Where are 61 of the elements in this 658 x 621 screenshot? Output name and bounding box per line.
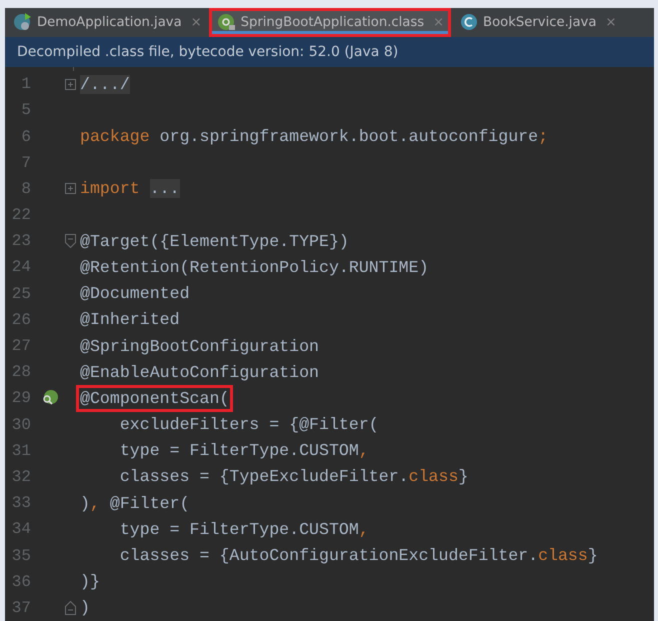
line-number: 34	[10, 520, 31, 538]
line-number: 6	[20, 128, 31, 146]
code-text: }	[458, 467, 468, 486]
code-text: ,	[90, 494, 100, 513]
folded-code[interactable]: ...	[150, 179, 180, 198]
code-text: @EnableAutoConfiguration	[80, 362, 319, 382]
code-text: @Inherited	[80, 310, 180, 330]
line-number: 32	[10, 468, 31, 486]
line-number: 37	[10, 598, 31, 617]
code-text: org.springframework.boot.autoconfigure	[158, 127, 538, 146]
line-number: 22	[10, 206, 31, 224]
editor-tab[interactable]: DemoApplication.java ×	[5, 8, 209, 37]
collapse-icon[interactable]	[65, 600, 76, 615]
editor-tab[interactable]: SpringBootApplication.class ×	[208, 8, 452, 37]
code-text: excludeFilters = {@Filter(	[118, 415, 379, 434]
code-text: @Documented	[80, 284, 190, 304]
line-number: 5	[20, 101, 31, 120]
code-text: @SpringBootConfiguration	[80, 336, 319, 356]
line-number: 27	[10, 337, 31, 356]
line-number: 24	[10, 258, 31, 276]
line-number: 36	[10, 572, 31, 591]
code-text: import	[80, 179, 140, 198]
folded-code[interactable]: /.../	[80, 74, 130, 94]
line-number: 25	[10, 284, 31, 303]
line-number: 31	[10, 442, 31, 460]
editor-tab[interactable]: BookService.java ×	[451, 8, 624, 37]
code-text: @Filter(	[108, 494, 190, 513]
code-text: ,	[358, 441, 369, 460]
line-number: 26	[10, 310, 31, 329]
expand-icon[interactable]	[65, 78, 76, 90]
code-text: type = FilterType.CUSTOM	[118, 441, 359, 460]
line-number: 29	[10, 389, 31, 408]
expand-icon[interactable]	[65, 183, 76, 194]
decompiled-notice: Decompiled .class file, bytecode version: 52.0 (Java 8)	[17, 44, 398, 60]
code-text: )	[80, 598, 90, 618]
code-text: )	[80, 494, 90, 513]
code-text: }	[588, 546, 598, 566]
code-text: @Retention(RetentionPolicy.RUNTIME)	[80, 258, 429, 277]
code-text: class	[408, 467, 458, 486]
class-icon	[459, 12, 480, 32]
code-text: )}	[80, 572, 100, 592]
code-text: @Target({ElementType.TYPE})	[80, 232, 349, 251]
bean-icon[interactable]	[41, 389, 59, 408]
app-icon	[13, 12, 33, 32]
line-number: 30	[10, 416, 31, 434]
code-text: class	[538, 546, 588, 566]
code-text: classes = {AutoConfigurationExcludeFilter.	[118, 546, 538, 566]
line-number: 35	[10, 546, 31, 565]
code-text: classes = {TypeExcludeFilter.	[118, 467, 409, 486]
code-text: type = FilterType.CUSTOM	[118, 520, 359, 539]
line-number: 23	[10, 232, 31, 250]
code-text: ;	[538, 127, 548, 146]
line-number: 33	[10, 494, 31, 512]
collapse-icon[interactable]	[65, 234, 76, 248]
code-text: ,	[358, 520, 369, 539]
code-text: package	[80, 127, 150, 146]
line-number: 28	[10, 363, 31, 382]
line-number: 1	[20, 75, 31, 94]
line-number: 7	[20, 154, 31, 172]
annotation-icon	[216, 12, 237, 32]
line-number: 8	[20, 180, 31, 198]
